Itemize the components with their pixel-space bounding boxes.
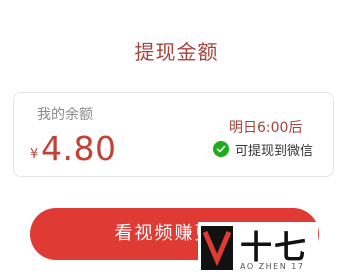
watermark-subtext: AO ZHEN 17	[240, 262, 305, 271]
withdraw-time: 明日6:00后	[229, 120, 303, 136]
watermark-logo-icon	[201, 226, 233, 270]
currency-symbol: ¥	[30, 147, 39, 162]
withdraw-status: 可提现到微信	[213, 140, 314, 159]
balance-label: 我的余额	[37, 107, 93, 123]
dialog-title: 提现金额	[134, 40, 219, 64]
watermark: 十七 AO ZHEN 17	[198, 222, 318, 276]
withdraw-status-text: 可提现到微信	[235, 143, 314, 159]
wechat-check-icon	[213, 141, 229, 157]
withdraw-dialog: 提现金额 我的余额 ¥ 4.80 明日6:00后 可提现到微信 看视频赚更多 十…	[0, 0, 353, 276]
balance-card: 我的余额 ¥ 4.80 明日6:00后 可提现到微信	[13, 92, 334, 177]
balance-amount: 4.80	[41, 129, 117, 168]
